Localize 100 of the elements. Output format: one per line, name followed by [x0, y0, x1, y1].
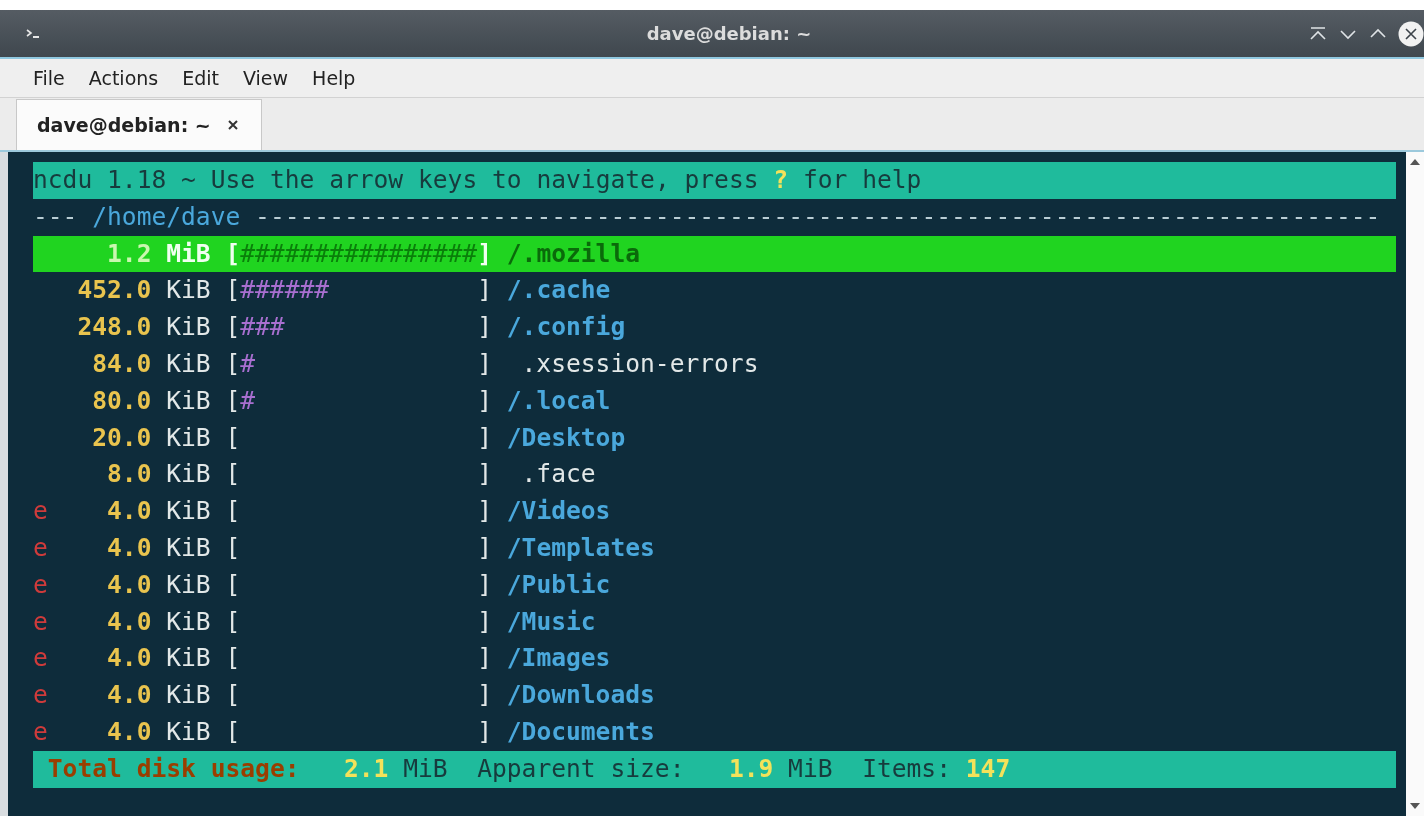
bar-bracket: ]	[477, 642, 492, 675]
total-label: Total disk usage:	[47, 752, 300, 785]
size-unit: MiB	[166, 237, 211, 270]
bar-bracket: [	[225, 495, 241, 528]
menu-item[interactable]: View	[243, 67, 289, 89]
size-value: 452.0	[77, 274, 152, 307]
entry-name: /.cache	[506, 274, 611, 307]
bar-bracket: [	[225, 679, 241, 712]
entry-name: /Documents	[506, 715, 655, 748]
entry-name: /Images	[506, 642, 611, 675]
bar-bracket: [	[225, 274, 241, 307]
entry-row[interactable]: e 4.0 KiB [ ] /Public	[33, 566, 1396, 604]
size-unit: KiB	[166, 531, 211, 564]
entry-name: /Public	[506, 568, 611, 601]
bar-bracket: ]	[477, 679, 492, 712]
bar-bracket: [	[225, 605, 241, 638]
error-flag-label: e	[33, 569, 48, 599]
size-unit: KiB	[166, 274, 211, 307]
close-icon[interactable]	[226, 119, 239, 131]
menu-item[interactable]: Edit	[182, 67, 219, 89]
usage-hashes-text: ################	[240, 238, 478, 268]
header-text: for help	[802, 164, 922, 196]
header-text: ncdu 1.18 ~ Use the arrow keys to navigate, press	[33, 164, 759, 196]
bar-bracket: ]	[477, 715, 492, 748]
tab[interactable]: dave@debian: ~	[16, 99, 262, 150]
bar-bracket: [	[225, 715, 241, 748]
error-flag-label: e	[33, 643, 48, 673]
close-icon[interactable]	[1398, 20, 1424, 47]
size-value: 20.0	[92, 421, 152, 454]
entry-name: .face	[520, 458, 596, 491]
size-value: 4.0	[107, 605, 152, 638]
entry-name: /Downloads	[506, 679, 655, 712]
entry-row[interactable]: 20.0 KiB [ ] /Desktop	[33, 419, 1396, 457]
size-unit: KiB	[166, 421, 211, 454]
path-rule: ---	[33, 200, 78, 233]
error-flag-label: e	[33, 716, 48, 746]
total-value: 2.1	[343, 752, 389, 785]
bar-bracket: [	[225, 642, 241, 675]
entry-row[interactable]: e 4.0 KiB [ ] /Music	[33, 603, 1396, 641]
size-unit: KiB	[166, 642, 211, 675]
bar-bracket: ]	[477, 311, 492, 344]
apparent-unit: MiB	[788, 752, 833, 785]
size-unit: KiB	[166, 458, 211, 491]
bar-bracket: ]	[477, 237, 492, 270]
scroll-up-icon[interactable]	[1409, 158, 1421, 166]
total-unit: MiB	[403, 752, 448, 785]
bar-bracket: [	[225, 568, 241, 601]
size-value: 4.0	[107, 642, 152, 675]
size-value: 248.0	[77, 311, 152, 344]
size-value: 80.0	[92, 384, 152, 417]
bar-bracket: [	[225, 237, 241, 270]
entry-row[interactable]: e 4.0 KiB [ ] /Downloads	[33, 677, 1396, 714]
current-path: /home/dave	[92, 200, 241, 233]
entry-row[interactable]: 80.0 KiB [# ] /.local	[33, 382, 1396, 420]
apparent-value: 1.9	[728, 752, 774, 785]
size-value: 8.0	[107, 458, 152, 491]
size-value: 84.0	[92, 348, 152, 380]
bar-bracket: ]	[477, 384, 492, 417]
bar-bracket: ]	[477, 458, 492, 491]
terminal-icon	[26, 28, 40, 39]
entry-row[interactable]: e 4.0 KiB [ ] /Images	[33, 640, 1396, 678]
entry-row[interactable]: 452.0 KiB [###### ] /.cache	[33, 272, 1396, 310]
bar-bracket: [	[225, 311, 241, 344]
error-flag-label: e	[33, 496, 48, 526]
scrollbar[interactable]	[1406, 152, 1424, 816]
bar-bracket: [	[225, 421, 241, 454]
bar-bracket: ]	[477, 568, 492, 601]
bar-bracket: ]	[477, 531, 492, 564]
scroll-down-icon[interactable]	[1409, 802, 1421, 810]
menu-item[interactable]: Actions	[88, 67, 159, 89]
entry-row[interactable]: e 4.0 KiB [ ] /Documents	[33, 713, 1396, 751]
path-rule: ----------------------------------------------------------------------------	[255, 200, 1381, 233]
entry-name: /Templates	[506, 531, 655, 564]
bar-bracket: ]	[477, 348, 492, 380]
size-unit: KiB	[166, 495, 211, 528]
entry-name: /.local	[506, 384, 611, 417]
size-unit: KiB	[166, 605, 211, 638]
menu-item[interactable]: Help	[312, 67, 356, 89]
menu-item[interactable]: File	[33, 67, 65, 89]
items-label: Items:	[862, 752, 951, 785]
usage-hashes-text: ###	[240, 312, 285, 342]
bar-bracket: ]	[477, 421, 492, 454]
entry-name: /.mozilla	[506, 237, 641, 270]
bar-bracket: ]	[477, 605, 492, 638]
entry-name: /.config	[506, 311, 626, 344]
entry-name: /Desktop	[506, 421, 626, 454]
entry-row[interactable]: 8.0 KiB [ ] .face	[33, 456, 1396, 494]
entry-row[interactable]: 248.0 KiB [### ] /.config	[33, 309, 1396, 346]
entry-row[interactable]: e 4.0 KiB [ ] /Videos	[33, 493, 1396, 530]
help-key: ?	[773, 162, 789, 199]
size-unit: KiB	[166, 568, 211, 601]
bar-bracket: [	[225, 458, 241, 491]
bar-bracket: ]	[477, 495, 492, 528]
size-unit: KiB	[166, 311, 211, 344]
entry-row[interactable]: e 4.0 KiB [ ] /Templates	[33, 529, 1396, 567]
entry-row[interactable]: 84.0 KiB [# ] .xsession-errors	[33, 346, 1396, 383]
keep-above-icon[interactable]	[1308, 25, 1328, 42]
window-title: dave@debian: ~	[645, 23, 813, 44]
size-unit: KiB	[166, 348, 211, 380]
bar-bracket: ]	[477, 274, 492, 307]
